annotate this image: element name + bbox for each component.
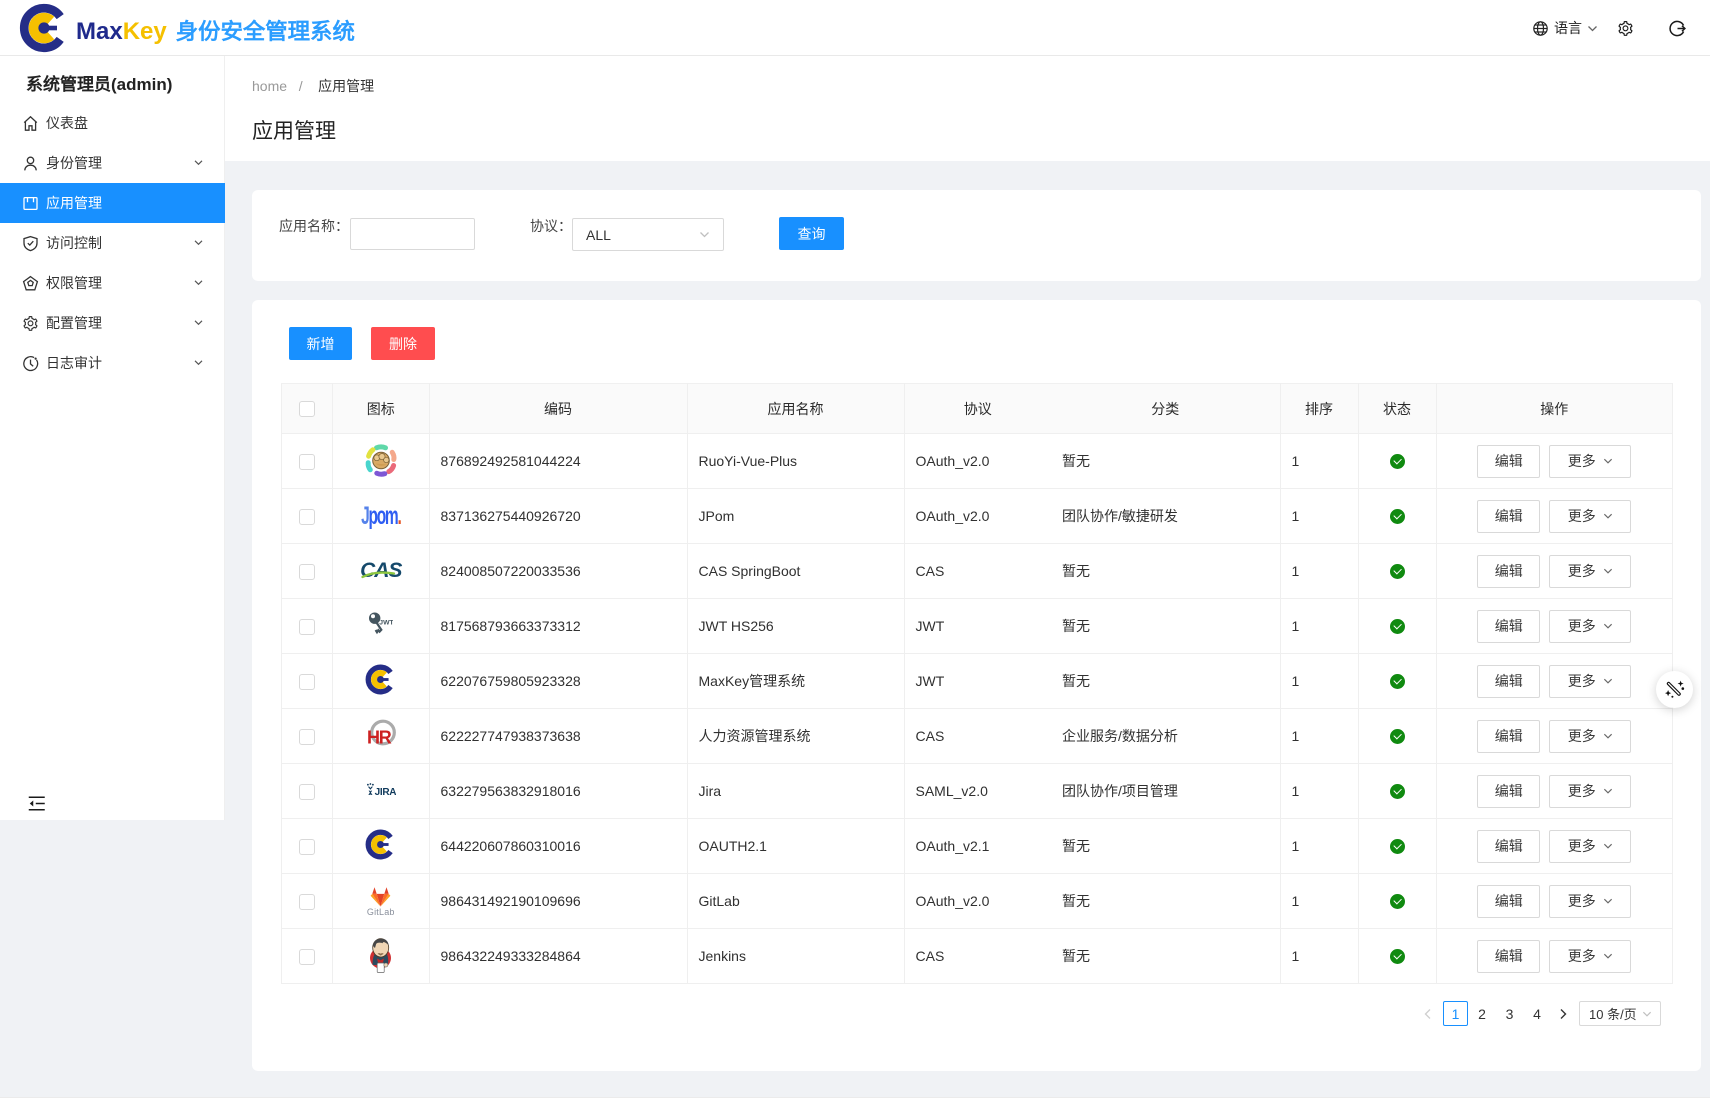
- svg-text:JWT: JWT: [380, 620, 394, 627]
- svg-text:HR: HR: [367, 727, 392, 747]
- svg-text:JIRA: JIRA: [374, 786, 395, 796]
